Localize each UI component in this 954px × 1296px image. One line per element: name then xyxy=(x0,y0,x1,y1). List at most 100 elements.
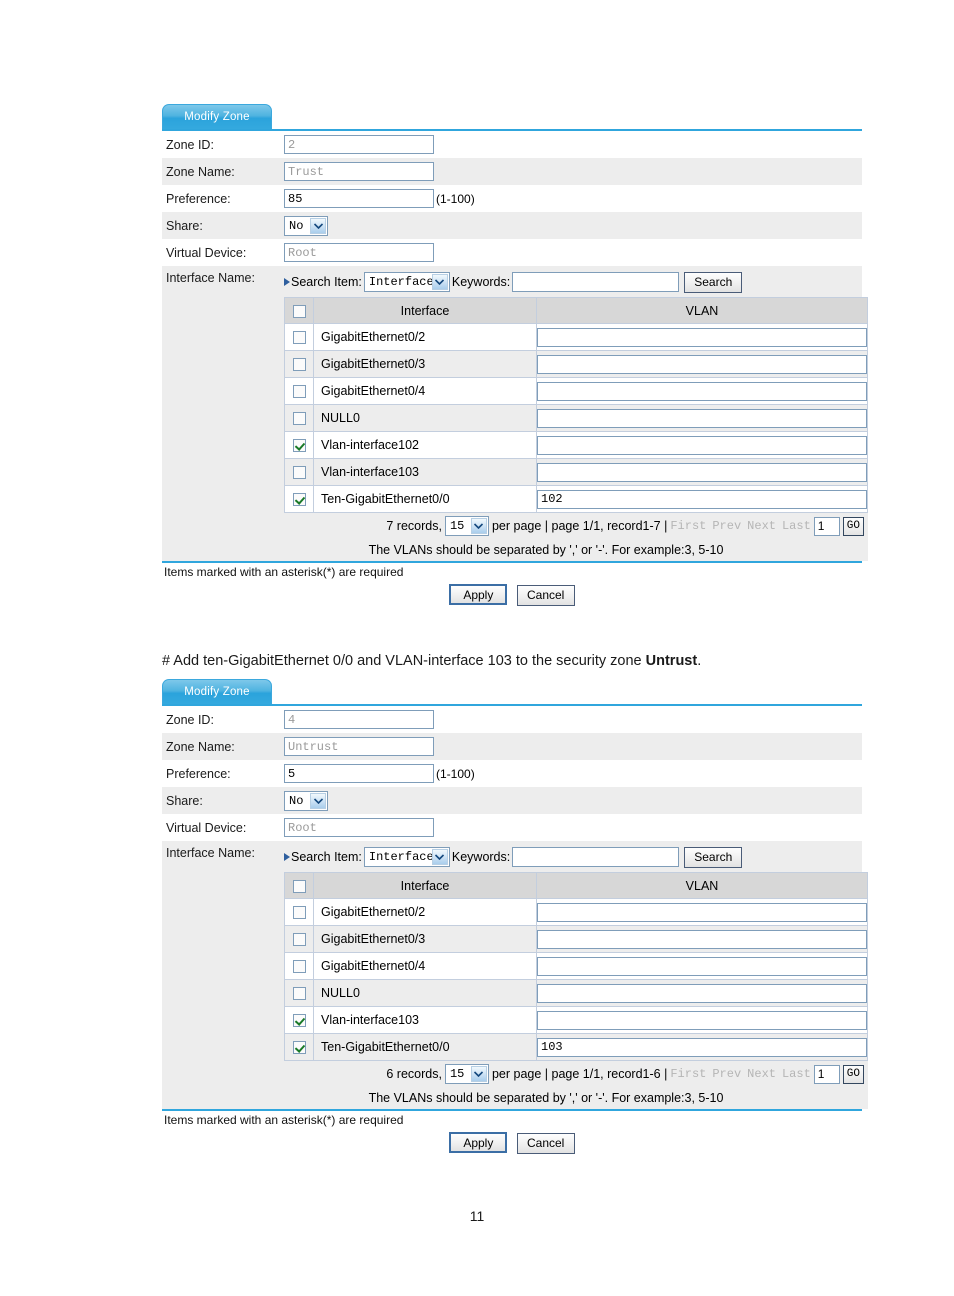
row-select-checkbox[interactable] xyxy=(292,960,306,974)
chevron-down-icon xyxy=(431,274,448,290)
vlan-input[interactable] xyxy=(537,489,867,509)
row-select-checkbox[interactable] xyxy=(292,358,306,372)
row-select-checkbox[interactable] xyxy=(292,493,306,507)
pager-last-link[interactable]: Last xyxy=(782,1067,811,1081)
page-number: 11 xyxy=(469,1208,485,1224)
row-select-checkbox[interactable] xyxy=(292,412,306,426)
vlan-input[interactable] xyxy=(537,354,867,374)
row-select-checkbox[interactable] xyxy=(292,1014,306,1028)
narrative-prefix: # Add ten-GigabitEthernet 0/0 and VLAN-i… xyxy=(162,653,646,669)
row-select-checkbox[interactable] xyxy=(292,1041,306,1055)
select-all-checkbox[interactable] xyxy=(292,304,306,318)
row-select-cell xyxy=(284,1033,314,1061)
modify-zone-panel-trust: Modify Zone Zone ID: Zone Name: Preferen… xyxy=(162,104,868,606)
table-pager: 6 records, 15 per page | page 1/1, recor… xyxy=(284,1061,868,1087)
share-select[interactable]: No xyxy=(284,215,328,236)
pager-prev-link[interactable]: Prev xyxy=(712,519,741,533)
interface-name-cell: Vlan-interface102 xyxy=(313,431,537,459)
pager-first-link[interactable]: First xyxy=(670,519,706,533)
preference-range-hint: (1-100) xyxy=(436,191,475,206)
apply-button[interactable]: Apply xyxy=(449,1132,508,1153)
vlan-input[interactable] xyxy=(537,381,867,401)
table-row: NULL0 xyxy=(284,404,868,432)
zone-id-input[interactable] xyxy=(284,710,434,729)
row-select-checkbox[interactable] xyxy=(292,933,306,947)
interface-name-text: GigabitEthernet0/3 xyxy=(321,932,426,946)
vlan-input[interactable] xyxy=(537,902,867,922)
per-page-select[interactable]: 15 xyxy=(444,516,489,536)
preference-input[interactable] xyxy=(284,189,434,208)
apply-button[interactable]: Apply xyxy=(449,584,508,605)
search-item-select[interactable]: Interface xyxy=(363,847,450,867)
vlan-input[interactable] xyxy=(537,956,867,976)
interface-name-cell: Vlan-interface103 xyxy=(313,1006,537,1034)
keywords-input[interactable] xyxy=(512,272,680,292)
pager-next-link[interactable]: Next xyxy=(747,1067,776,1081)
tab-modify-zone[interactable]: Modify Zone xyxy=(162,679,272,704)
go-button[interactable]: GO xyxy=(842,1064,864,1084)
table-row: GigabitEthernet0/4 xyxy=(284,952,868,980)
vlan-input[interactable] xyxy=(537,408,867,428)
row-select-checkbox[interactable] xyxy=(292,439,306,453)
header-interface: Interface xyxy=(313,297,537,324)
search-button[interactable]: Search xyxy=(684,846,743,868)
keywords-label: Keywords: xyxy=(451,850,511,864)
vlan-input[interactable] xyxy=(537,983,867,1003)
row-select-checkbox[interactable] xyxy=(292,987,306,1001)
interface-name-cell: Vlan-interface103 xyxy=(313,458,537,486)
header-vlan: VLAN xyxy=(536,872,868,899)
vlan-input[interactable] xyxy=(537,462,867,482)
zone-name-input[interactable] xyxy=(284,737,434,756)
pager-last-link[interactable]: Last xyxy=(782,519,811,533)
select-all-header xyxy=(284,297,314,324)
share-select[interactable]: No xyxy=(284,790,328,811)
row-select-cell xyxy=(284,404,314,432)
go-button[interactable]: GO xyxy=(842,516,864,536)
chevron-down-icon xyxy=(310,792,326,809)
interface-name-text: NULL0 xyxy=(321,411,360,425)
cancel-button[interactable]: Cancel xyxy=(516,585,575,606)
search-row: Search Item: Interface Keywords: Search xyxy=(284,270,868,294)
page-number-input[interactable] xyxy=(813,1064,840,1084)
row-select-cell xyxy=(284,458,314,486)
interface-name-cell: GigabitEthernet0/3 xyxy=(313,925,537,953)
pager-next-link[interactable]: Next xyxy=(747,519,776,533)
row-select-checkbox[interactable] xyxy=(292,385,306,399)
vlan-cell xyxy=(536,952,868,980)
vlan-input[interactable] xyxy=(537,1037,867,1057)
pager-first-link[interactable]: First xyxy=(670,1067,706,1081)
tab-modify-zone[interactable]: Modify Zone xyxy=(162,104,272,129)
row-select-checkbox[interactable] xyxy=(292,331,306,345)
row-select-checkbox[interactable] xyxy=(292,466,306,480)
interface-name-cell: Ten-GigabitEthernet0/0 xyxy=(313,1033,537,1061)
keywords-input[interactable] xyxy=(512,847,680,867)
zone-id-input[interactable] xyxy=(284,135,434,154)
required-fields-note: Items marked with an asterisk(*) are req… xyxy=(164,565,404,579)
vlan-input[interactable] xyxy=(537,327,867,347)
select-all-checkbox[interactable] xyxy=(292,879,306,893)
interface-name-block: Interface Name: Search Item: Interface K… xyxy=(162,266,868,561)
row-select-checkbox[interactable] xyxy=(292,906,306,920)
pager-prev-link[interactable]: Prev xyxy=(712,1067,741,1081)
vlan-input[interactable] xyxy=(537,929,867,949)
interface-table: Interface VLAN GigabitEthernet0/2 Gigabit… xyxy=(284,872,868,1061)
search-item-select[interactable]: Interface xyxy=(363,272,450,292)
pager-record-range: 1-6 | xyxy=(642,1067,668,1081)
vlan-cell xyxy=(536,377,868,405)
vlan-input[interactable] xyxy=(537,435,867,455)
interface-name-cell: NULL0 xyxy=(313,404,537,432)
vlan-input[interactable] xyxy=(537,1010,867,1030)
zone-name-input[interactable] xyxy=(284,162,434,181)
cancel-button[interactable]: Cancel xyxy=(516,1133,575,1154)
row-select-cell xyxy=(284,925,314,953)
per-page-select[interactable]: 15 xyxy=(444,1064,489,1084)
page-number-input[interactable] xyxy=(813,516,840,536)
preference-input[interactable] xyxy=(284,764,434,783)
required-fields-note: Items marked with an asterisk(*) are req… xyxy=(164,1113,404,1127)
virtual-device-input[interactable] xyxy=(284,243,434,262)
row-select-cell xyxy=(284,898,314,926)
interface-name-text: Vlan-interface102 xyxy=(321,438,419,452)
virtual-device-input[interactable] xyxy=(284,818,434,837)
table-row: Vlan-interface103 xyxy=(284,458,868,486)
search-button[interactable]: Search xyxy=(684,271,743,293)
